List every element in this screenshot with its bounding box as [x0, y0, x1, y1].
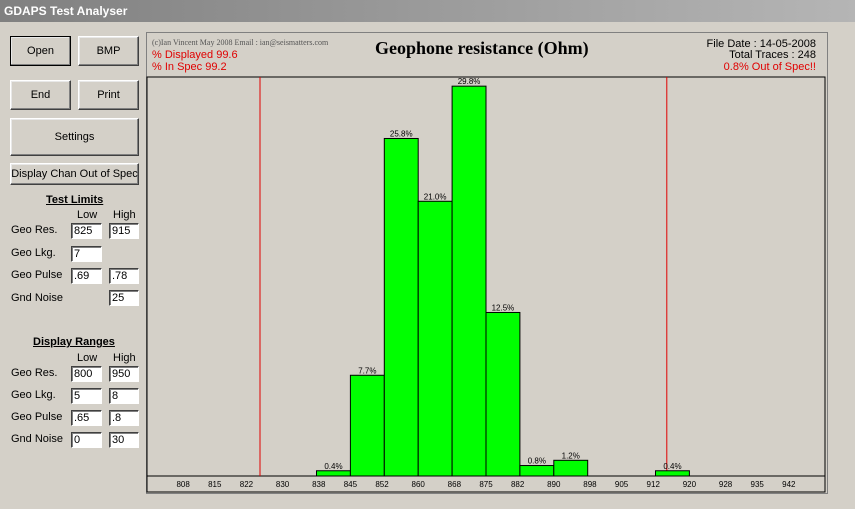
open-button[interactable]: Open — [10, 36, 71, 66]
dr-geo-res-label: Geo Res. — [11, 367, 58, 379]
window-title: GDAPS Test Analyser — [4, 4, 128, 18]
percent-displayed: % Displayed 99.6 — [152, 49, 238, 61]
dr-gnd-noise-high-input[interactable] — [109, 432, 139, 448]
total-traces: Total Traces : 248 — [729, 49, 816, 61]
tl-geo-lkg-label: Geo Lkg. — [11, 247, 56, 259]
dr-geo-lkg-label: Geo Lkg. — [11, 389, 56, 401]
out-of-spec-warning: 0.8% Out of Spec!! — [723, 61, 816, 73]
tl-gnd-noise-input[interactable] — [109, 290, 139, 306]
tl-geo-res-low-input[interactable] — [71, 223, 102, 239]
dr-geo-pulse-label: Geo Pulse — [11, 411, 63, 423]
chart-panel — [146, 32, 828, 494]
tl-geo-res-high-input[interactable] — [109, 223, 139, 239]
end-button[interactable]: End — [10, 80, 71, 110]
display-ranges-low-label: Low — [77, 352, 98, 364]
dr-gnd-noise-label: Gnd Noise — [11, 433, 63, 445]
dr-geo-pulse-low-input[interactable] — [71, 410, 102, 426]
dr-geo-res-low-input[interactable] — [71, 366, 102, 382]
dr-geo-res-high-input[interactable] — [109, 366, 139, 382]
dr-gnd-noise-low-input[interactable] — [71, 432, 102, 448]
test-limits-low-label: Low — [77, 209, 98, 221]
display-ranges-header: Display Ranges — [33, 336, 115, 348]
test-limits-header: Test Limits — [46, 194, 104, 206]
test-limits-high-label: High — [113, 209, 136, 221]
window-title-bar: GDAPS Test Analyser — [0, 0, 855, 22]
tl-geo-pulse-low-input[interactable] — [71, 268, 102, 284]
settings-button[interactable]: Settings — [10, 118, 139, 156]
dr-geo-lkg-high-input[interactable] — [109, 388, 139, 404]
display-ranges-high-label: High — [113, 352, 136, 364]
dr-geo-pulse-high-input[interactable] — [109, 410, 139, 426]
percent-in-spec: % In Spec 99.2 — [152, 61, 227, 73]
copyright-credit: (c)Ian Vincent May 2008 Email : ian@seis… — [152, 38, 329, 47]
dr-geo-lkg-low-input[interactable] — [71, 388, 102, 404]
tl-geo-res-label: Geo Res. — [11, 224, 58, 236]
tl-geo-lkg-input[interactable] — [71, 246, 102, 262]
chart-title: Geophone resistance (Ohm) — [375, 38, 589, 58]
tl-gnd-noise-label: Gnd Noise — [11, 292, 63, 304]
tl-geo-pulse-label: Geo Pulse — [11, 269, 63, 281]
tl-geo-pulse-high-input[interactable] — [109, 268, 139, 284]
display-chan-out-of-spec-button[interactable]: Display Chan Out of Spec — [10, 163, 139, 185]
print-button[interactable]: Print — [78, 80, 139, 110]
bmp-button[interactable]: BMP — [78, 36, 139, 66]
